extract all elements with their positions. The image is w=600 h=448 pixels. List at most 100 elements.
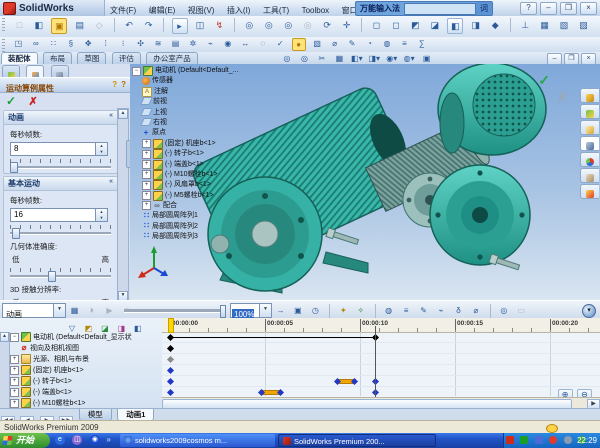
tree-item-circular-pattern-2[interactable]: ∷局部圆周阵列2 (132, 222, 302, 232)
equations-icon[interactable]: ∑ (416, 38, 428, 49)
view-right-icon[interactable]: ◪ (428, 18, 442, 32)
security-tray-icon[interactable] (549, 436, 557, 444)
selection-filter-icon[interactable]: ◫ (193, 18, 207, 32)
hud-view-orientation-icon[interactable]: ◧▾ (351, 53, 363, 64)
playback-speed-dropdown[interactable]: 100% ▼ (230, 303, 272, 318)
calculate-icon[interactable]: ▦ (68, 304, 81, 317)
tree-item-right-plane[interactable]: 右视 (132, 118, 302, 128)
shaded-edges-icon[interactable]: ▨ (577, 18, 591, 32)
measure-icon[interactable]: ⌀ (329, 38, 341, 49)
dropdown-arrow-icon[interactable]: ▼ (53, 304, 65, 317)
confirmation-cancel-icon[interactable]: ✗ (557, 90, 568, 106)
tree-item-fan-cover[interactable]: +(-) 风扇罩b<1> (132, 180, 302, 190)
play-icon[interactable]: ▶ (103, 304, 116, 317)
new-motion-study-icon[interactable]: ≋ (152, 38, 164, 49)
exploded-view-icon[interactable]: ✲ (187, 38, 199, 49)
expand-box[interactable]: + (10, 388, 19, 397)
hscroll-thumb[interactable] (162, 399, 572, 408)
menu-tools[interactable]: 工具(T) (259, 3, 293, 16)
tab-office-products[interactable]: 办公室产品 (146, 52, 198, 64)
mm-item-rotor[interactable]: +(-) 转子b<1> (10, 376, 162, 387)
view-top-icon[interactable]: ◧ (447, 18, 463, 34)
ime-name[interactable]: 万能输入法 (356, 3, 404, 14)
hole-alignment-icon[interactable]: ◌ (257, 38, 269, 49)
timeline-hscrollbar[interactable]: ▶ (162, 397, 600, 408)
slider-thumb[interactable] (220, 305, 226, 318)
timeline-key[interactable] (166, 356, 173, 363)
redo-icon[interactable]: ↷ (142, 18, 156, 32)
tree-item-annotations[interactable]: A注解 (132, 87, 302, 97)
confirmation-ok-icon[interactable]: ✓ (538, 72, 550, 89)
delete-icon[interactable]: ◇ (92, 18, 106, 32)
timeline-scale-slider[interactable] (124, 309, 224, 313)
tab-sketch[interactable]: 草图 (77, 52, 106, 64)
play-from-start-icon[interactable]: ⏵ (85, 304, 98, 317)
mm-item-orientation[interactable]: ⌀视向及相机视图 (10, 343, 162, 354)
collapse-box[interactable]: − (132, 67, 141, 76)
force-icon[interactable]: ⌁ (435, 304, 448, 317)
expand-box[interactable]: + (10, 366, 19, 375)
tree-item-m10-bolt[interactable]: +(-) M10螺栓b<1> (132, 170, 302, 180)
dropdown-arrow-icon[interactable]: ▼ (259, 304, 271, 317)
timeline-key[interactable] (166, 378, 173, 385)
collapse-box[interactable]: − (10, 333, 19, 342)
resources-tab[interactable] (580, 88, 599, 103)
timebar[interactable] (375, 326, 376, 398)
mm-item-m10-bolt[interactable]: +(-) M10螺栓b<1> (10, 398, 162, 408)
stats-icon[interactable]: ≡ (398, 38, 410, 49)
tree-item-base[interactable]: +(固定) 机座b<1> (132, 139, 302, 149)
tree-item-origin[interactable]: +原点 (132, 128, 302, 138)
tree-item-mates[interactable]: +∞配合 (132, 201, 302, 211)
tree-item-assembly[interactable]: −电动机 (Default<Default_... (132, 66, 302, 76)
timeline-pane[interactable]: 00:00:00 00:00:05 00:00:10 00:00:15 00:0… (162, 318, 600, 408)
scroll-up-arrow[interactable]: ▲ (0, 332, 9, 342)
toolbar-grip[interactable] (2, 18, 5, 32)
select-cursor-icon[interactable]: ▸ (172, 18, 188, 34)
tree-item-m5-bolt[interactable]: +(-) M5螺栓b<1> (132, 191, 302, 201)
new-document-icon[interactable]: □ (12, 18, 26, 32)
ime-input[interactable] (404, 3, 476, 15)
appearances-tab[interactable] (580, 152, 599, 167)
move-component-icon[interactable]: ✥ (82, 38, 94, 49)
clearance-icon[interactable]: ↔ (239, 38, 251, 49)
hud-zoom-area-icon[interactable]: ◎ (298, 53, 310, 64)
assembly-xpert-icon[interactable]: ✓ (274, 38, 286, 49)
design-library-tab[interactable] (580, 104, 599, 119)
hud-wireframe-icon[interactable]: ▦ (333, 53, 345, 64)
network-tray-icon[interactable] (535, 436, 543, 444)
mate-icon[interactable]: ∞ (30, 38, 42, 49)
close-button[interactable]: × (580, 2, 597, 15)
motor-icon[interactable]: ✦ (337, 304, 350, 317)
timeline-key[interactable] (166, 367, 173, 374)
expand-box[interactable]: + (10, 355, 19, 364)
hud-display-style-icon[interactable]: ◨▾ (368, 53, 380, 64)
spinner-buttons[interactable]: ▲▼ (95, 209, 107, 221)
view-palette-tab[interactable] (580, 136, 599, 151)
scroll-up-arrow[interactable]: ▲ (118, 109, 128, 119)
view-bottom-icon[interactable]: ◨ (469, 18, 483, 32)
rebuild-icon[interactable]: ↯ (212, 18, 226, 32)
tree-item-endcap[interactable]: +(-) 端盖b<1> (132, 160, 302, 170)
hud-zoom-fit-icon[interactable]: ◎ (281, 53, 293, 64)
help-button[interactable]: ? (520, 2, 537, 15)
tree-item-rotor[interactable]: +(-) 转子b<1> (132, 149, 302, 159)
save-icon[interactable]: ▣ (51, 18, 67, 34)
hidden-lines-icon[interactable]: ▧ (557, 18, 571, 32)
timeline-ruler[interactable]: 00:00:00 00:00:05 00:00:10 00:00:15 00:0… (162, 318, 600, 333)
timeline-key[interactable] (166, 334, 173, 341)
view-iso-icon[interactable]: ◆ (488, 18, 502, 32)
mass-properties-icon[interactable]: ✎ (346, 38, 358, 49)
undo-icon[interactable]: ↶ (122, 18, 136, 32)
linear-pattern-icon[interactable]: ∷ (47, 38, 59, 49)
animation-group-header[interactable]: 动画 « (4, 111, 117, 125)
custom-properties-tab[interactable] (580, 168, 599, 183)
tree-item-top-plane[interactable]: 上视 (132, 108, 302, 118)
curvature-icon[interactable]: ▧ (311, 38, 323, 49)
zoom-inout-icon[interactable]: ◎ (281, 18, 295, 32)
show-hidden-icon[interactable]: ⁞ (100, 38, 112, 49)
normal-to-icon[interactable]: ⊥ (518, 18, 532, 32)
slider-thumb[interactable] (48, 271, 56, 282)
smart-fastener-icon[interactable]: § (65, 38, 77, 49)
basic-motion-fps-input[interactable] (12, 209, 94, 219)
mm-item-endcap[interactable]: +(-) 端盖b<1> (10, 387, 162, 398)
